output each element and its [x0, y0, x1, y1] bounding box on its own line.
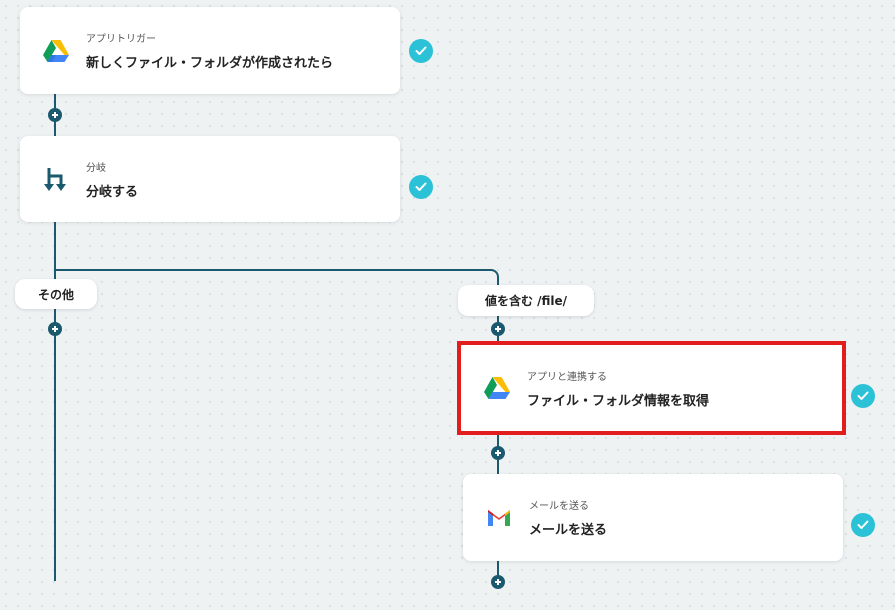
- branch-icon: [42, 165, 70, 193]
- node-title: 分岐する: [86, 184, 139, 200]
- google-drive-icon: [483, 374, 511, 402]
- check-icon: [851, 384, 875, 408]
- add-step-dot[interactable]: [491, 446, 505, 460]
- check-icon: [409, 39, 433, 63]
- branch-node-card[interactable]: 分岐 分岐する: [20, 136, 400, 222]
- node-title: 新しくファイル・フォルダが作成されたら: [86, 56, 334, 71]
- node-type-label: アプリトリガー: [86, 34, 156, 45]
- check-icon: [851, 513, 875, 537]
- add-step-dot[interactable]: [491, 575, 505, 589]
- check-icon: [409, 175, 433, 199]
- add-step-dot[interactable]: [48, 108, 62, 122]
- get-file-info-node-card[interactable]: アプリと連携する ファイル・フォルダ情報を取得: [457, 341, 846, 435]
- node-title: メールを送る: [529, 523, 608, 538]
- branch-label-other[interactable]: その他: [15, 279, 97, 309]
- google-drive-icon: [42, 37, 70, 65]
- branch-label-condition[interactable]: 値を含む /file/: [458, 285, 594, 316]
- add-step-dot[interactable]: [491, 322, 505, 336]
- add-step-dot[interactable]: [48, 322, 62, 336]
- send-mail-node-card[interactable]: メールを送る メールを送る: [463, 474, 843, 561]
- trigger-node-card[interactable]: アプリトリガー 新しくファイル・フォルダが作成されたら: [20, 7, 400, 94]
- node-type-label: 分岐: [86, 162, 106, 174]
- node-title: ファイル・フォルダ情報を取得: [527, 393, 710, 409]
- flow-branch-connector: [55, 269, 499, 289]
- node-type-label: アプリと連携する: [527, 371, 607, 383]
- gmail-icon: [485, 504, 513, 532]
- node-type-label: メールを送る: [529, 501, 589, 512]
